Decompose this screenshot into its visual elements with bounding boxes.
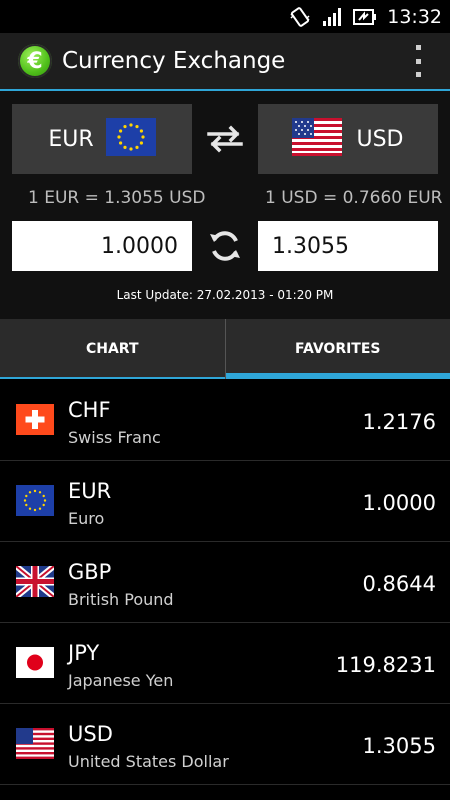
currency-name: Swiss Franc [68,428,161,447]
to-rate-text: 1 USD = 0.7660 EUR [265,188,443,208]
currency-name: British Pound [68,590,174,609]
tab-chart[interactable]: CHART [0,319,226,379]
currency-value: 1.0000 [362,491,436,515]
from-currency-button[interactable]: EUR [12,104,192,174]
favorites-list: CHF Swiss Franc 1.2176 EUR Euro 1.0000 G… [0,380,450,785]
us-flag-icon [292,118,343,160]
swiss-flag-icon [16,404,54,435]
clock: 13:32 [387,5,442,28]
currency-name: United States Dollar [68,752,229,771]
signal-icon [321,6,343,28]
tab-favorites[interactable]: FAVORITES [225,319,450,379]
refresh-icon[interactable] [205,228,245,268]
us-flag-icon [16,728,54,759]
list-item[interactable]: USD United States Dollar 1.3055 [0,704,450,785]
currency-code: CHF [68,398,111,422]
currency-code: EUR [68,479,112,503]
battery-icon [353,6,377,28]
to-currency-code: USD [356,126,404,152]
currency-name: Euro [68,509,105,528]
list-item[interactable]: GBP British Pound 0.8644 [0,542,450,623]
currency-value: 0.8644 [362,572,436,596]
last-update-text: Last Update: 27.02.2013 - 01:20 PM [116,288,334,302]
overflow-menu-icon[interactable] [414,45,422,77]
japan-flag-icon [16,647,54,678]
currency-name: Japanese Yen [68,671,174,690]
currency-code: GBP [68,560,112,584]
eu-flag-icon [16,485,54,516]
tab-bar: CHART FAVORITES [0,319,450,379]
list-item[interactable]: EUR Euro 1.0000 [0,461,450,542]
action-bar: € Currency Exchange [0,33,450,91]
currency-value: 1.3055 [362,734,436,758]
eu-flag-icon [105,118,156,160]
from-amount-input[interactable]: 1.0000 [12,221,192,271]
app-title: Currency Exchange [62,48,286,74]
currency-value: 1.2176 [362,410,436,434]
vibrate-icon [289,6,311,28]
swap-currencies-icon[interactable] [205,124,245,158]
uk-flag-icon [14,563,56,600]
currency-code: USD [68,722,113,746]
currency-code: JPY [68,641,100,665]
from-rate-text: 1 EUR = 1.3055 USD [28,188,206,208]
to-amount-input[interactable]: 1.3055 [258,221,438,271]
from-currency-code: EUR [48,126,94,152]
list-item[interactable]: CHF Swiss Franc 1.2176 [0,380,450,461]
status-bar: 13:32 [0,0,450,33]
converter-panel: EUR USD 1 EUR = 1.3055 USD 1 USD = 0.766… [0,91,450,319]
app-logo-icon: € [18,44,52,78]
currency-value: 119.8231 [335,653,436,677]
to-currency-button[interactable]: USD [258,104,438,174]
list-item[interactable]: JPY Japanese Yen 119.8231 [0,623,450,704]
